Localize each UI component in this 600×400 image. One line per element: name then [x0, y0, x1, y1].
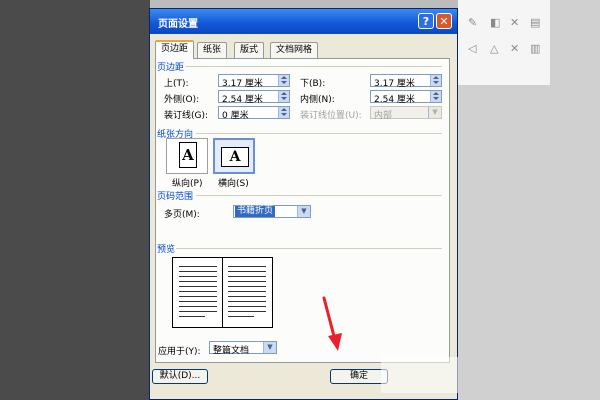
gutter-position-value: 内部 [374, 111, 393, 121]
top-margin-label: 上(T): [164, 79, 189, 89]
red-arrow-annotation [322, 296, 342, 351]
chevron-down-icon: ▼ [428, 107, 441, 118]
preview-text-line [228, 301, 266, 302]
toolbar-icon: ◧ [490, 16, 501, 29]
portrait-option[interactable]: A [166, 138, 208, 174]
tab-document-grid[interactable]: 文档网格 [270, 42, 319, 58]
top-margin-input[interactable]: 3.17 厘米 [218, 74, 290, 89]
toolbar-icon: ◁ [468, 42, 477, 55]
inside-margin-spinner[interactable] [430, 91, 441, 102]
preview-text-line [228, 291, 266, 292]
preview-text-line [228, 316, 254, 317]
preview-text-line [179, 296, 217, 297]
gutter-input[interactable]: 0 厘米 [218, 106, 290, 121]
toolbar-icon: ✕ [510, 42, 520, 55]
inside-margin-input[interactable]: 2.54 厘米 [370, 90, 442, 105]
separator [196, 195, 442, 196]
apply-to-label: 应用于(Y): [158, 347, 201, 357]
outside-margin-input[interactable]: 2.54 厘米 [218, 90, 290, 105]
help-button[interactable]: ? [418, 13, 434, 29]
preview-text-line [228, 276, 266, 277]
portrait-page-icon: A [179, 142, 197, 168]
gutter-position-label: 装订线位置(U): [300, 111, 362, 121]
outside-margin-spinner[interactable] [278, 91, 289, 102]
preview-text-line [179, 316, 205, 317]
landscape-label: 横向(S) [218, 179, 249, 189]
landscape-page-icon: A [221, 147, 249, 167]
bottom-margin-spinner[interactable] [430, 75, 441, 86]
landscape-option[interactable]: A [213, 138, 255, 174]
close-icon: ✕ [439, 15, 449, 28]
bottom-margin-label: 下(B): [300, 79, 326, 89]
separator [186, 66, 442, 67]
toolbar-icon: ▤ [530, 16, 541, 29]
multiple-pages-select[interactable]: 书籍折页 ▼ [233, 205, 311, 218]
apply-to-select[interactable]: 整篇文档 ▼ [209, 341, 277, 356]
help-icon: ? [422, 15, 430, 28]
bottom-margin-input[interactable]: 3.17 厘米 [370, 74, 442, 89]
preview-text-line [179, 306, 217, 307]
preview-text-line [179, 291, 217, 292]
bottom-margin-value: 3.17 厘米 [374, 79, 415, 89]
multiple-pages-label: 多页(M): [164, 210, 200, 220]
preview-text-line [228, 306, 266, 307]
preview-text-line [228, 266, 266, 267]
inside-margin-label: 内侧(N): [300, 95, 335, 105]
chevron-down-icon: ▼ [263, 342, 276, 353]
portrait-label: 纵向(P) [172, 179, 203, 189]
close-button[interactable]: ✕ [436, 13, 452, 29]
dialog-title: 页面设置 [158, 19, 198, 30]
preview-text-line [179, 266, 217, 267]
preview-text-line [228, 296, 266, 297]
gutter-position-select[interactable]: 内部 ▼ [370, 106, 442, 121]
ok-button[interactable]: 确定 [330, 369, 388, 384]
preview-text-line [228, 286, 266, 287]
preview-fold-line [222, 258, 223, 327]
default-button[interactable]: 默认(D)... [152, 369, 208, 384]
toolbar-icon: △ [490, 42, 499, 55]
separator [176, 248, 442, 249]
background-left [0, 0, 150, 400]
preview-text-line [179, 311, 217, 312]
watermark-overlay [381, 357, 458, 393]
chevron-down-icon: ▼ [297, 206, 310, 217]
section-pages: 页码范围 [157, 192, 194, 202]
top-margin-value: 3.17 厘米 [222, 79, 263, 89]
top-margin-spinner[interactable] [278, 75, 289, 86]
inside-margin-value: 2.54 厘米 [374, 95, 415, 105]
gutter-spinner[interactable] [278, 107, 289, 118]
page-preview [172, 257, 273, 328]
tab-layout[interactable]: 版式 [234, 42, 265, 58]
multiple-pages-value: 书籍折页 [235, 206, 276, 217]
preview-text-line [228, 311, 266, 312]
outside-margin-label: 外侧(O): [164, 95, 200, 105]
toolbar-icon: ▥ [530, 42, 541, 55]
preview-text-line [228, 271, 266, 272]
preview-text-line [179, 286, 217, 287]
toolbar-icon: ✎ [468, 16, 478, 29]
tab-margins[interactable]: 页边距 [155, 40, 195, 59]
preview-text-line [179, 281, 217, 282]
outside-margin-value: 2.54 厘米 [222, 95, 263, 105]
preview-text-line [228, 281, 266, 282]
separator [196, 133, 442, 134]
title-bar[interactable]: 页面设置 ? ✕ [150, 9, 457, 34]
apply-to-value: 整篇文档 [213, 346, 250, 356]
section-margins: 页边距 [157, 63, 185, 73]
preview-text-line [179, 301, 217, 302]
section-preview: 预览 [157, 245, 176, 255]
gutter-label: 装订线(G): [164, 111, 209, 121]
gutter-value: 0 厘米 [222, 111, 249, 121]
toolbar-icon: ✕ [510, 16, 520, 29]
preview-text-line [179, 276, 217, 277]
preview-text-line [179, 271, 217, 272]
tab-paper[interactable]: 纸张 [197, 42, 228, 58]
